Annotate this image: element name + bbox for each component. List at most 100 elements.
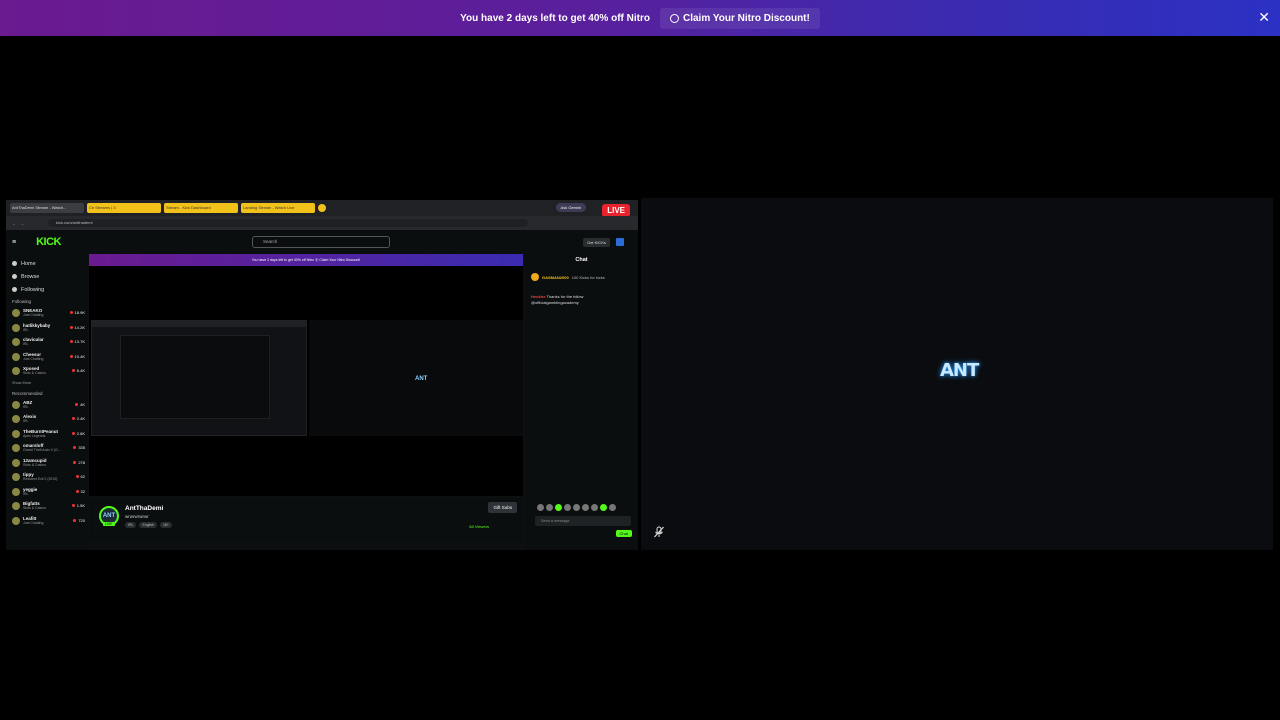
channel-viewer-count: 14.2K	[70, 325, 85, 330]
sidebar-item-following[interactable]: Following	[12, 283, 88, 296]
channel-viewer-count: 18.9K	[70, 310, 85, 315]
channel-category: IRL	[23, 491, 29, 496]
channel-viewer-count: 335	[73, 445, 85, 450]
kick-search-input[interactable]: Search	[252, 236, 390, 248]
channel-category: IRL	[23, 404, 29, 409]
stream-title: wrwrwrwrwr	[125, 514, 149, 519]
channel-category: Slots & Casino	[23, 506, 46, 511]
sidebar-channel-item[interactable]: TheBurntPeanut Apex Legends 2.6K	[6, 427, 88, 442]
browser-tab[interactable]: Stream - Kick Dashboard	[164, 203, 238, 213]
emote-icon[interactable]	[600, 504, 607, 511]
kick-logo[interactable]: KICK	[36, 236, 61, 248]
claim-nitro-discount-button[interactable]: Claim Your Nitro Discount!	[659, 7, 820, 29]
emote-icon[interactable]	[555, 504, 562, 511]
sidebar-channel-item[interactable]: 12amcupid Slots & Casino 278	[6, 456, 88, 471]
chat-username[interactable]: Heckler	[531, 294, 545, 299]
avatar	[12, 323, 20, 332]
stream-tags: IRL English 18+	[125, 522, 172, 528]
inner-nitro-banner: You have 2 days left to get 40% off Nitr…	[89, 254, 523, 266]
show-more-link[interactable]: Show More	[6, 379, 88, 388]
avatar	[12, 352, 20, 361]
avatar	[12, 400, 20, 409]
browser-tab[interactable]: AntThaDemi Stream - Watch...	[10, 203, 84, 213]
channel-category: Grand Theft Auto V (G...	[23, 448, 61, 453]
sidebar-channel-item[interactable]: Leafitt Just Chatting 720	[6, 514, 88, 529]
streamer-name[interactable]: AntThaDemi	[125, 505, 163, 512]
kicks-coin-icon	[531, 273, 539, 281]
forward-icon[interactable]: →	[20, 221, 24, 226]
streamer-live-badge: LIVE	[103, 522, 115, 526]
avatar[interactable]	[616, 238, 624, 246]
channel-category: Slots & Casino	[23, 371, 46, 376]
emote-icon[interactable]	[564, 504, 571, 511]
stream-tile-screenshare[interactable]: AntThaDemi Stream - Watch... Ch Streams …	[6, 200, 638, 550]
sidebar-channel-item[interactable]: hatlikkybaby IRL 14.2K	[6, 321, 88, 336]
ask-gemini-button[interactable]: Ask Gemini	[555, 203, 586, 212]
channel-viewer-count: 1.5K	[72, 503, 85, 508]
menu-icon[interactable]: ≡	[12, 239, 16, 246]
close-icon[interactable]: ✕	[1258, 9, 1270, 26]
sidebar-channel-item[interactable]: tippy Resident Evil 2 (2019) 62	[6, 470, 88, 485]
channel-viewer-count: 6.4K	[72, 368, 85, 373]
sidebar-channel-item[interactable]: SNEAKO Just Chatting 18.9K	[6, 306, 88, 321]
heart-icon	[12, 287, 17, 292]
chat-message-input[interactable]: Send a message	[535, 516, 631, 526]
gift-subs-button[interactable]: Gift Subs	[488, 502, 517, 513]
following-header: Following	[12, 299, 32, 304]
sidebar-channel-item[interactable]: yeggie IRL 32	[6, 485, 88, 500]
stream-tile-camera[interactable]: ANT	[641, 198, 1273, 550]
emote-icon[interactable]	[546, 504, 553, 511]
back-icon[interactable]: ←	[12, 221, 16, 226]
get-kicks-button[interactable]: Get KICKs	[583, 238, 610, 247]
emote-icon[interactable]	[609, 504, 616, 511]
url-field[interactable]: kick.com/antthademi	[48, 219, 528, 227]
mic-muted-icon	[654, 526, 664, 538]
chat-send-button[interactable]: Chat	[615, 530, 632, 537]
sidebar-channel-item[interactable]: omarsloff Grand Theft Auto V (G... 335	[6, 441, 88, 456]
emote-bar	[537, 504, 616, 511]
avatar	[12, 338, 20, 347]
claim-nitro-label: Claim Your Nitro Discount!	[682, 12, 810, 24]
sidebar-item-browse[interactable]: Browse	[12, 270, 88, 283]
sidebar-channel-item[interactable]: Alexis IRL 2.4K	[6, 412, 88, 427]
avatar	[12, 415, 20, 424]
emote-icon[interactable]	[591, 504, 598, 511]
pinned-message: GASMAN2000 100 Kicks for kicks	[531, 270, 632, 284]
nested-ant-logo: ANT	[415, 376, 428, 382]
emote-icon[interactable]	[573, 504, 580, 511]
tag[interactable]: 18+	[159, 522, 172, 528]
sidebar-channel-item[interactable]: ABZ IRL 4K	[6, 398, 88, 413]
kick-header: ≡ KICK Search Get KICKs	[6, 230, 638, 254]
recommended-header: Recommended	[12, 390, 43, 396]
avatar	[12, 458, 20, 467]
new-tab-icon[interactable]	[318, 204, 326, 212]
emote-icon[interactable]	[582, 504, 589, 511]
sidebar-item-label: Following	[21, 286, 45, 293]
tag[interactable]: IRL	[125, 522, 137, 528]
pinned-user[interactable]: GASMAN2000	[542, 275, 569, 280]
nested-screenshare	[91, 320, 307, 436]
sidebar-channel-item[interactable]: Bigfatts Slots & Casino 1.5K	[6, 499, 88, 514]
sidebar-channel-item[interactable]: Cheesur Just Chatting 10.4K	[6, 350, 88, 365]
sidebar-channel-item[interactable]: clavicular IRL 13.7K	[6, 335, 88, 350]
browse-icon	[12, 274, 17, 279]
sidebar-item-label: Browse	[21, 273, 40, 280]
streamer-info-bar: ANT LIVE AntThaDemi wrwrwrwrwr IRL Engli…	[89, 498, 523, 542]
browser-tab[interactable]: Ch Streams | 3	[87, 203, 161, 213]
nitro-promo-message: You have 2 days left to get 40% off Nitr…	[460, 12, 650, 24]
avatar	[12, 516, 20, 525]
avatar	[12, 487, 20, 496]
browser-tab-strip: AntThaDemi Stream - Watch... Ch Streams …	[6, 200, 638, 216]
browser-address-bar: ← → kick.com/antthademi	[6, 216, 638, 230]
browser-tab[interactable]: Landing Stream - Watch Live	[241, 203, 315, 213]
nitro-promo-banner: You have 2 days left to get 40% off Nitr…	[0, 0, 1280, 36]
channel-category: Just Chatting	[23, 356, 44, 361]
channel-viewer-count: 62	[76, 474, 85, 479]
kick-video-player[interactable]: You have 2 days left to get 40% off Nitr…	[89, 254, 523, 496]
sidebar-item-home[interactable]: Home	[12, 257, 88, 270]
tag[interactable]: English	[139, 522, 157, 528]
sidebar-channel-item[interactable]: Xposed Slots & Casino 6.4K	[6, 364, 88, 379]
avatar	[12, 429, 20, 438]
emote-icon[interactable]	[537, 504, 544, 511]
sidebar-item-label: Home	[21, 260, 36, 267]
